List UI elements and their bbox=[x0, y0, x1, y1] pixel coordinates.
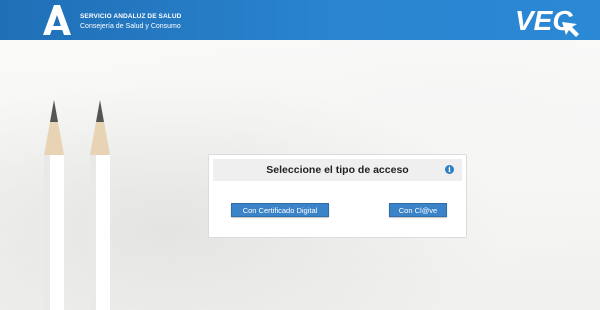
panel-header: Seleccione el tipo de acceso i bbox=[213, 159, 462, 181]
top-header: SERVICIO ANDALUZ DE SALUD Consejería de … bbox=[0, 0, 600, 40]
org-line-1: SERVICIO ANDALUZ DE SALUD bbox=[80, 13, 182, 20]
vec-logo: VEC bbox=[515, 5, 579, 37]
organization-name: SERVICIO ANDALUZ DE SALUD Consejería de … bbox=[80, 12, 181, 32]
panel-title: Seleccione el tipo de acceso bbox=[266, 164, 409, 176]
digital-certificate-button[interactable]: Con Certificado Digital bbox=[231, 203, 329, 217]
info-icon[interactable]: i bbox=[445, 165, 454, 174]
clave-button[interactable]: Con Cl@ve bbox=[389, 203, 447, 217]
vec-logo-text: VEC bbox=[515, 5, 573, 36]
pencils-illustration bbox=[44, 100, 110, 310]
org-line-2: Consejería de Salud y Consumo bbox=[80, 23, 181, 30]
access-type-panel: Seleccione el tipo de acceso i Con Certi… bbox=[208, 154, 467, 238]
junta-andalucia-logo bbox=[43, 5, 71, 35]
